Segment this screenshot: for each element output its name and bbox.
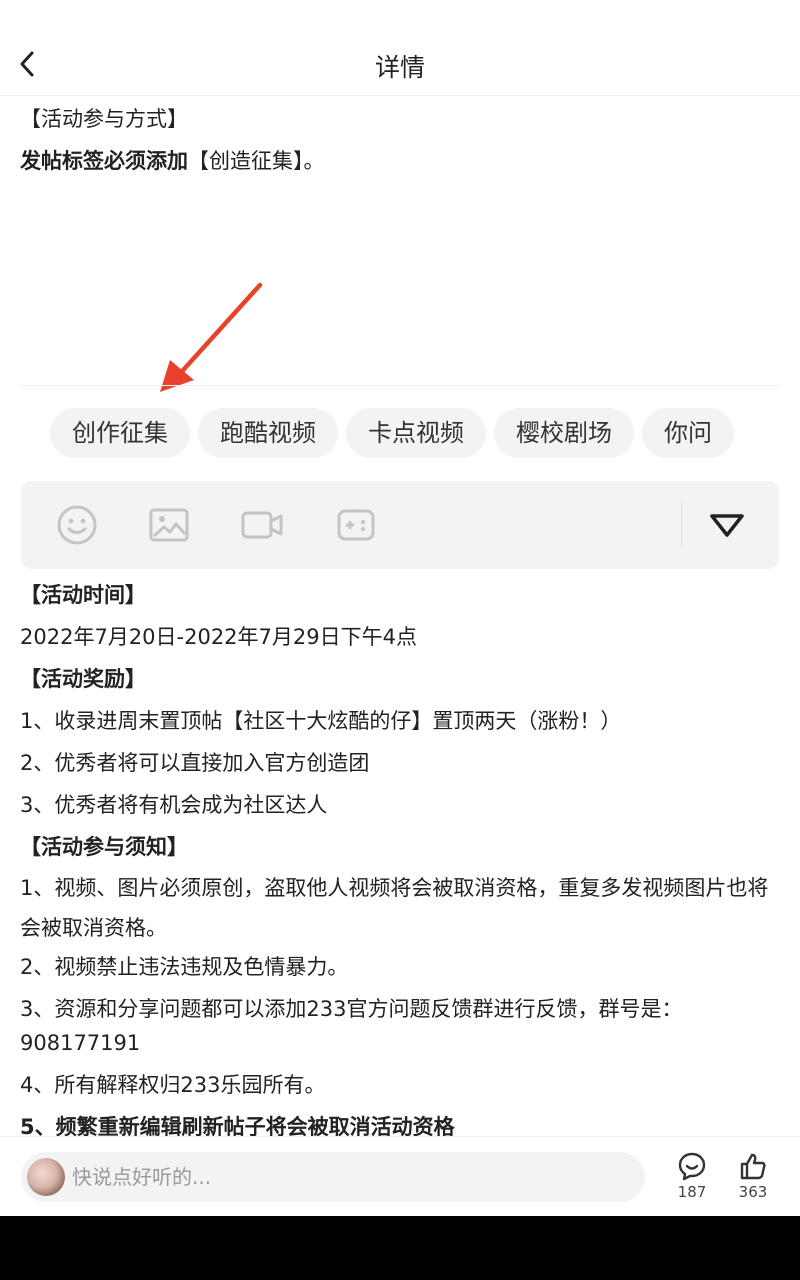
red-arrow-annotation — [160, 282, 263, 392]
image-icon — [149, 508, 189, 542]
intro-rule: 发帖标签必须添加【创造征集】。 — [20, 146, 780, 176]
like-count: 363 — [738, 1183, 768, 1201]
tag-chip[interactable]: 创作征集 — [50, 408, 190, 458]
video-button[interactable] — [240, 503, 284, 547]
notice-item: 1、视频、图片必须原创，盗取他人视频将会被取消资格，重复多发视频图片也将会被取消… — [20, 876, 769, 940]
toolbar-divider — [681, 503, 682, 547]
comment-bar: 187 363 — [0, 1136, 800, 1216]
image-button[interactable] — [147, 503, 191, 547]
editor-toolbar — [21, 481, 779, 569]
reward-heading: 【活动奖励】 — [20, 667, 146, 691]
collapse-button[interactable] — [705, 503, 749, 547]
notice-heading: 【活动参与须知】 — [20, 835, 188, 859]
time-heading: 【活动时间】 — [20, 583, 146, 607]
tag-chip[interactable]: 跑酷视频 — [198, 408, 338, 458]
tag-chip[interactable]: 卡点视频 — [346, 408, 486, 458]
comment-icon — [678, 1152, 706, 1181]
like-button[interactable]: 363 — [725, 1151, 781, 1201]
avatar — [27, 1158, 65, 1196]
game-button[interactable] — [334, 503, 378, 547]
notice-item: 4、所有解释权归233乐园所有。 — [20, 1073, 326, 1097]
system-navigation-bar — [0, 1216, 800, 1280]
comment-box[interactable] — [21, 1152, 645, 1202]
reward-item: 1、收录进周末置顶帖【社区十大炫酷的仔】置顶两天（涨粉！） — [20, 709, 622, 733]
comment-count-button[interactable]: 187 — [664, 1151, 720, 1201]
emoji-icon — [57, 505, 97, 545]
comment-input[interactable] — [72, 1162, 632, 1192]
collapse-triangle-icon — [710, 514, 744, 537]
notice-item: 5、频繁重新编辑刷新帖子将会被取消活动资格 — [20, 1115, 455, 1136]
video-icon — [241, 511, 283, 539]
intro-section: 【活动参与方式】 发帖标签必须添加【创造征集】。 — [20, 104, 780, 176]
comment-count: 187 — [677, 1183, 707, 1201]
intro-rule-bold: 发帖标签必须添加 — [20, 149, 188, 173]
tag-chip[interactable]: 樱校剧场 — [494, 408, 634, 458]
gamepad-icon — [337, 509, 375, 541]
reward-item: 2、优秀者将可以直接加入官方创造团 — [20, 751, 370, 775]
notice-item: 3、资源和分享问题都可以添加233官方问题反馈群进行反馈，群号是： — [20, 997, 683, 1021]
intro-rule-tag: 【创造征集】。 — [188, 149, 325, 173]
tag-chip[interactable]: 你问 — [642, 408, 734, 458]
page-title: 详情 — [374, 53, 425, 82]
notice-item: 2、视频禁止违法违规及色情暴力。 — [20, 955, 349, 979]
post-body: 【活动时间】 2022年7月20日-2022年7月29日下午4点 【活动奖励】 … — [20, 580, 780, 1136]
divider — [20, 385, 780, 386]
tag-list: 创作征集 跑酷视频 卡点视频 樱校剧场 你问 — [50, 408, 750, 460]
top-bar: 详情 — [0, 0, 800, 96]
thumbs-up-icon — [740, 1153, 766, 1180]
emoji-button[interactable] — [55, 503, 99, 547]
intro-heading: 【活动参与方式】 — [20, 107, 188, 131]
time-value: 2022年7月20日-2022年7月29日下午4点 — [20, 625, 417, 649]
notice-group-number: 908177191 — [20, 1031, 141, 1055]
reward-item: 3、优秀者将有机会成为社区达人 — [20, 793, 328, 817]
